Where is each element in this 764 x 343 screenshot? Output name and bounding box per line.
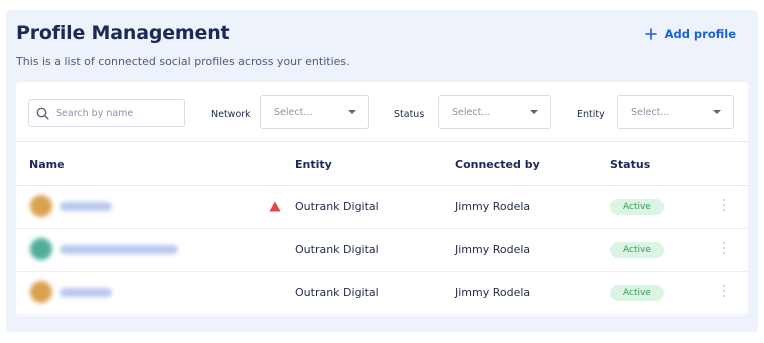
status-badge: Active <box>610 242 664 258</box>
search-input[interactable] <box>56 107 176 119</box>
profile-management-panel: Profile Management This is a list of con… <box>6 10 758 332</box>
more-vertical-icon[interactable] <box>722 242 726 258</box>
profile-name-redacted[interactable] <box>60 288 112 297</box>
entity-cell: Outrank Digital <box>295 243 379 256</box>
column-header-connected-by[interactable]: Connected by <box>455 158 540 171</box>
network-select-value: Select... <box>274 106 313 118</box>
entity-select-value: Select... <box>631 106 670 118</box>
connected-by-cell: Jimmy Rodela <box>455 243 531 256</box>
status-badge: Active <box>610 199 664 215</box>
warning-icon <box>269 201 281 212</box>
search-icon <box>36 107 49 120</box>
entity-filter-label: Entity <box>577 109 605 120</box>
column-header-name[interactable]: Name <box>29 158 65 171</box>
table-row[interactable]: Outrank Digital Jimmy Rodela Active <box>16 229 748 272</box>
more-vertical-icon[interactable] <box>722 199 726 215</box>
connected-by-cell: Jimmy Rodela <box>455 200 531 213</box>
more-vertical-icon[interactable] <box>722 285 726 301</box>
add-profile-button[interactable]: Add profile <box>644 27 736 41</box>
chevron-down-icon <box>348 110 356 114</box>
entity-select[interactable]: Select... <box>617 95 734 129</box>
page-title: Profile Management <box>16 22 230 44</box>
table-header: Name Entity Connected by Status <box>16 142 748 186</box>
status-filter-label: Status <box>394 109 425 120</box>
page-subtitle: This is a list of connected social profi… <box>16 55 350 68</box>
filter-bar: Network Select... Status Select... Entit… <box>16 82 748 142</box>
avatar <box>30 281 52 303</box>
add-profile-label: Add profile <box>664 27 736 41</box>
network-select[interactable]: Select... <box>260 95 369 129</box>
entity-cell: Outrank Digital <box>295 286 379 299</box>
profile-name-redacted[interactable] <box>60 202 112 211</box>
search-box[interactable] <box>28 99 185 127</box>
avatar <box>30 238 52 260</box>
profiles-card: Network Select... Status Select... Entit… <box>16 82 748 316</box>
status-select[interactable]: Select... <box>438 95 551 129</box>
plus-icon <box>644 28 657 40</box>
column-header-status[interactable]: Status <box>610 158 650 171</box>
status-select-value: Select... <box>452 106 491 118</box>
avatar <box>30 195 52 217</box>
table-row[interactable]: Outrank Digital Jimmy Rodela Active <box>16 186 748 229</box>
chevron-down-icon <box>713 110 721 114</box>
chevron-down-icon <box>530 110 538 114</box>
network-filter-label: Network <box>211 109 251 120</box>
connected-by-cell: Jimmy Rodela <box>455 286 531 299</box>
status-badge: Active <box>610 285 664 301</box>
entity-cell: Outrank Digital <box>295 200 379 213</box>
column-header-entity[interactable]: Entity <box>295 158 332 171</box>
table-row[interactable]: Outrank Digital Jimmy Rodela Active <box>16 272 748 315</box>
profile-name-redacted[interactable] <box>60 245 178 254</box>
